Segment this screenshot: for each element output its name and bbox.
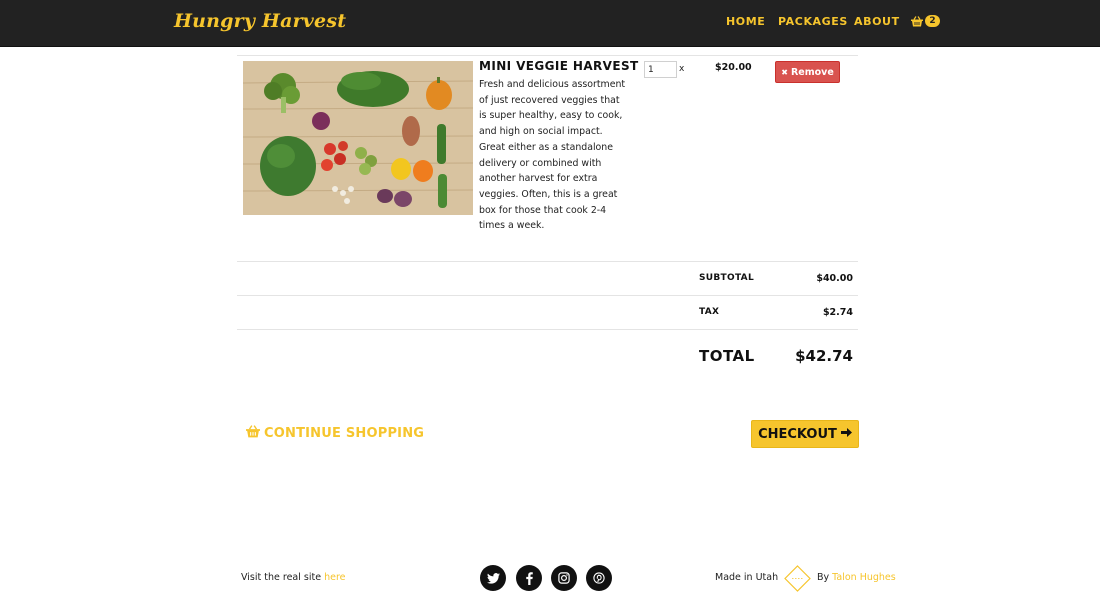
instagram-icon[interactable]: [551, 565, 577, 591]
checkout-button[interactable]: CHECKOUT: [751, 420, 859, 448]
unit-price: $20.00: [715, 62, 752, 73]
checkout-label: CHECKOUT: [758, 426, 837, 442]
footer-by-text: By: [817, 572, 830, 583]
divider: [237, 261, 858, 262]
footer-author-link[interactable]: Talon Hughes: [832, 572, 896, 583]
continue-shopping-label: CONTINUE SHOPPING: [264, 426, 425, 441]
divider: [237, 295, 858, 296]
basket-icon: [246, 425, 260, 442]
footer-here-link[interactable]: here: [324, 572, 345, 583]
remove-button[interactable]: ✖ Remove: [775, 61, 840, 83]
cart-count-badge: 2: [925, 15, 940, 27]
divider: [237, 329, 858, 330]
total-label: TOTAL: [699, 347, 755, 365]
brand-logo[interactable]: Hungry Harvest: [174, 10, 346, 32]
quantity-multiplier: x: [679, 64, 685, 74]
product-image: [243, 61, 473, 215]
arrow-right-icon: [840, 427, 852, 442]
footer-visit: Visit the real site here: [241, 572, 346, 583]
tax-label: TAX: [699, 307, 720, 317]
nav-packages[interactable]: PACKAGES: [778, 15, 848, 28]
close-icon: ✖: [781, 67, 788, 77]
footer-visit-text: Visit the real site: [241, 572, 322, 583]
twitter-icon[interactable]: [480, 565, 506, 591]
basket-icon: [911, 15, 923, 27]
diamond-logo-icon: [784, 565, 811, 592]
subtotal-value: $40.00: [816, 273, 853, 284]
nav-home[interactable]: HOME: [726, 15, 765, 28]
product-name: MINI VEGGIE HARVEST: [479, 59, 639, 73]
quantity-input[interactable]: [644, 61, 677, 78]
remove-label: Remove: [790, 66, 834, 78]
cart-button[interactable]: 2: [911, 13, 940, 29]
facebook-icon[interactable]: [516, 565, 542, 591]
tax-value: $2.74: [822, 307, 853, 318]
total-value: $42.74: [795, 347, 853, 365]
continue-shopping-link[interactable]: CONTINUE SHOPPING: [246, 425, 424, 442]
subtotal-label: SUBTOTAL: [699, 273, 754, 283]
navbar: Hungry Harvest HOME PACKAGES ABOUT 2: [0, 0, 1100, 47]
pinterest-icon[interactable]: [586, 565, 612, 591]
made-in-utah: Made in Utah: [715, 572, 779, 583]
footer-credit: By Talon Hughes: [817, 572, 896, 583]
product-description: Fresh and delicious assortment of just r…: [479, 79, 626, 232]
divider: [237, 55, 858, 56]
nav-about[interactable]: ABOUT: [854, 15, 900, 28]
